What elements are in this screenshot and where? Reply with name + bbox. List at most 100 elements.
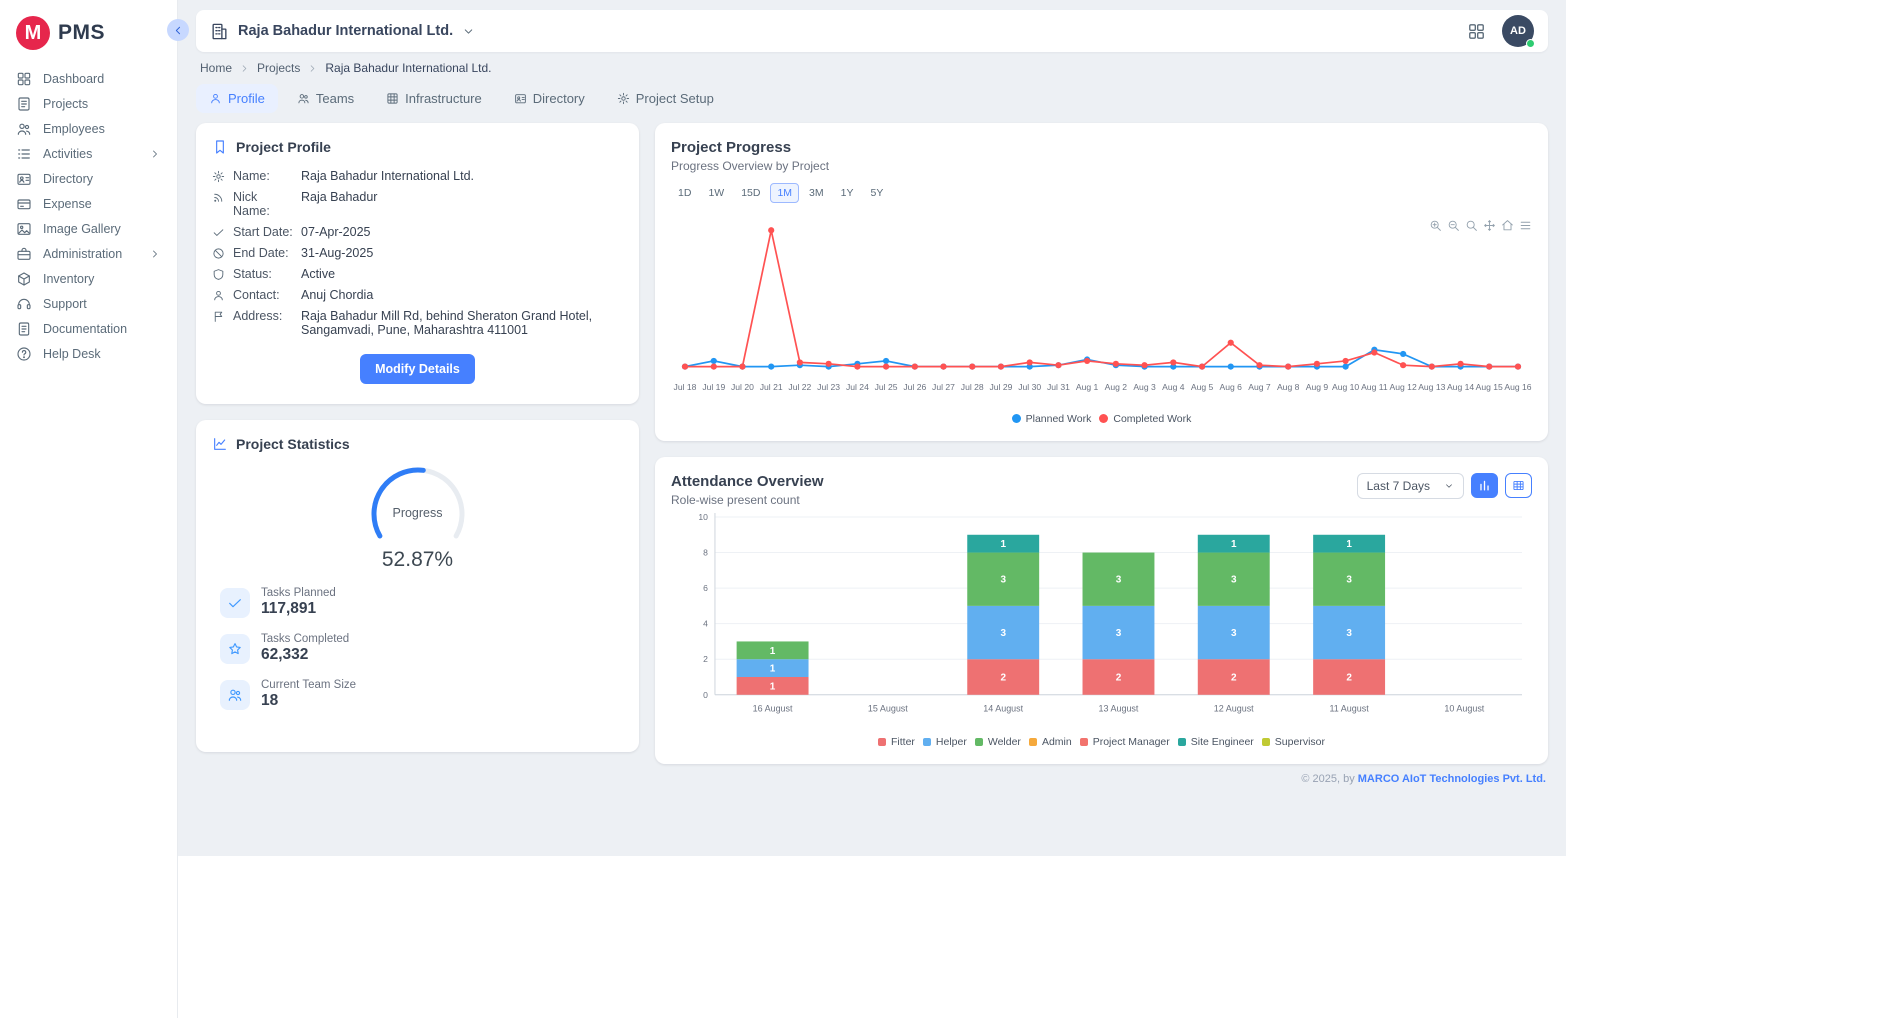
profile-field-contact: Contact: Anuj Chordia <box>212 284 623 305</box>
svg-text:Aug 14: Aug 14 <box>1447 382 1474 392</box>
svg-text:3: 3 <box>1116 574 1122 585</box>
apps-grid-icon[interactable] <box>1467 22 1486 41</box>
svg-text:3: 3 <box>1231 628 1237 639</box>
zoom-in-icon[interactable] <box>1429 219 1442 232</box>
legend-item[interactable]: Planned Work <box>1012 413 1092 425</box>
range-3m[interactable]: 3M <box>802 183 831 203</box>
sidebar-item-projects[interactable]: Projects <box>0 91 177 116</box>
sidebar-item-help-desk[interactable]: Help Desk <box>0 341 177 366</box>
sidebar-item-activities[interactable]: Activities <box>0 141 177 166</box>
svg-text:Aug 2: Aug 2 <box>1105 382 1128 392</box>
logo-mark-icon: M <box>16 16 50 50</box>
range-1y[interactable]: 1Y <box>834 183 861 203</box>
svg-text:2: 2 <box>1116 672 1122 683</box>
svg-text:Jul 26: Jul 26 <box>903 382 926 392</box>
teams-icon <box>297 92 310 105</box>
directory-tab-icon <box>514 92 527 105</box>
tab-infrastructure[interactable]: Infrastructure <box>373 84 495 113</box>
legend-item[interactable]: Fitter <box>878 736 915 748</box>
legend-item[interactable]: Welder <box>975 736 1021 748</box>
circle-slash-icon <box>212 247 225 260</box>
svg-text:2: 2 <box>1000 672 1006 683</box>
table-icon <box>1512 479 1525 492</box>
svg-text:Jul 21: Jul 21 <box>760 382 783 392</box>
home-icon[interactable] <box>1501 219 1514 232</box>
svg-text:Aug 3: Aug 3 <box>1133 382 1156 392</box>
svg-text:16 August: 16 August <box>753 704 793 714</box>
sidebar-item-administration[interactable]: Administration <box>0 241 177 266</box>
svg-text:3: 3 <box>1000 628 1006 639</box>
chart-view-button[interactable] <box>1471 473 1498 498</box>
attendance-chart-legend: Fitter Helper Welder Admin Project Manager Si… <box>671 736 1532 748</box>
project-progress-card: Project Progress Progress Overview by Pr… <box>655 123 1548 441</box>
attendance-chart[interactable]: 024681011116 August15 August233114 Augus… <box>671 507 1532 735</box>
tab-label: Teams <box>316 91 354 106</box>
legend-item[interactable]: Helper <box>923 736 967 748</box>
app-logo[interactable]: M PMS <box>0 10 177 66</box>
project-progress-chart[interactable]: Jul 18Jul 19Jul 20Jul 21Jul 22Jul 23Jul … <box>671 205 1532 411</box>
chevron-right-icon <box>149 148 161 160</box>
company-selector-label[interactable]: Raja Bahadur International Ltd. <box>238 23 453 39</box>
sidebar-item-inventory[interactable]: Inventory <box>0 266 177 291</box>
svg-text:2: 2 <box>1231 672 1237 683</box>
company-link[interactable]: MARCO AIoT Technologies Pvt. Ltd. <box>1358 773 1546 785</box>
sidebar-item-expense[interactable]: Expense <box>0 191 177 216</box>
sidebar-item-dashboard[interactable]: Dashboard <box>0 66 177 91</box>
footer: © 2025, by MARCO AIoT Technologies Pvt. … <box>196 773 1548 785</box>
sidebar-item-employees[interactable]: Employees <box>0 116 177 141</box>
sidebar-collapse-button[interactable] <box>167 19 189 41</box>
legend-item[interactable]: Admin <box>1029 736 1072 748</box>
tab-bar: Profile Teams Infrastructure Directory P… <box>196 84 1548 113</box>
svg-text:Aug 15: Aug 15 <box>1476 382 1503 392</box>
breadcrumb-current: Raja Bahadur International Ltd. <box>325 61 491 75</box>
profile-field-start-date: Start Date: 07-Apr-2025 <box>212 221 623 242</box>
range-15d[interactable]: 15D <box>734 183 767 203</box>
field-value: 07-Apr-2025 <box>301 225 611 239</box>
directory-icon <box>16 171 32 187</box>
legend-item[interactable]: Project Manager <box>1080 736 1170 748</box>
user-avatar[interactable]: AD <box>1502 15 1534 47</box>
sidebar-item-support[interactable]: Support <box>0 291 177 316</box>
svg-text:Jul 23: Jul 23 <box>817 382 840 392</box>
sidebar-item-label: Documentation <box>43 322 127 336</box>
svg-text:Jul 31: Jul 31 <box>1047 382 1070 392</box>
chevron-down-icon[interactable] <box>462 25 475 38</box>
modify-details-button[interactable]: Modify Details <box>360 354 475 384</box>
sidebar-item-image-gallery[interactable]: Image Gallery <box>0 216 177 241</box>
profile-field-end-date: End Date: 31-Aug-2025 <box>212 242 623 263</box>
tab-directory[interactable]: Directory <box>501 84 598 113</box>
menu-icon[interactable] <box>1519 219 1532 232</box>
card-subtitle: Role-wise present count <box>671 493 824 507</box>
range-5y[interactable]: 5Y <box>863 183 890 203</box>
tab-teams[interactable]: Teams <box>284 84 367 113</box>
legend-item[interactable]: Completed Work <box>1099 413 1191 425</box>
pan-icon[interactable] <box>1483 219 1496 232</box>
legend-item[interactable]: Site Engineer <box>1178 736 1254 748</box>
breadcrumb-projects[interactable]: Projects <box>257 61 300 75</box>
signal-icon <box>212 191 225 204</box>
range-1m[interactable]: 1M <box>770 183 799 203</box>
gear-icon <box>212 170 225 183</box>
breadcrumb-home[interactable]: Home <box>200 61 232 75</box>
legend-item[interactable]: Supervisor <box>1262 736 1325 748</box>
svg-text:Jul 24: Jul 24 <box>846 382 869 392</box>
date-range-select[interactable]: Last 7 Days <box>1357 473 1464 499</box>
sidebar-item-directory[interactable]: Directory <box>0 166 177 191</box>
svg-text:Aug 4: Aug 4 <box>1162 382 1185 392</box>
stat-tasks-completed: Tasks Completed 62,332 <box>212 633 623 664</box>
sidebar-item-documentation[interactable]: Documentation <box>0 316 177 341</box>
table-view-button[interactable] <box>1505 473 1532 498</box>
profile-field-status: Status: Active <box>212 263 623 284</box>
inventory-icon <box>16 271 32 287</box>
projects-icon <box>16 96 32 112</box>
tab-profile[interactable]: Profile <box>196 84 278 113</box>
svg-text:2: 2 <box>703 654 708 664</box>
chevron-left-icon <box>172 24 185 37</box>
stat-label: Tasks Planned <box>261 587 336 599</box>
range-1w[interactable]: 1W <box>701 183 731 203</box>
range-1d[interactable]: 1D <box>671 183 698 203</box>
autoscale-icon[interactable] <box>1465 219 1478 232</box>
field-value: 31-Aug-2025 <box>301 246 611 260</box>
zoom-out-icon[interactable] <box>1447 219 1460 232</box>
tab-project-setup[interactable]: Project Setup <box>604 84 727 113</box>
